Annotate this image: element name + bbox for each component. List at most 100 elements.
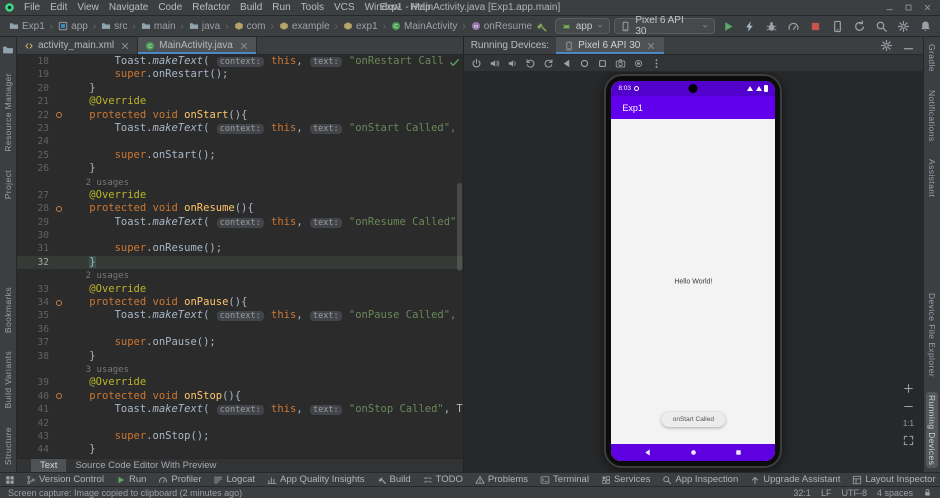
nav-back-button[interactable] (643, 448, 652, 457)
code-line-19[interactable]: 19 super.onRestart(); (17, 68, 463, 81)
code-editor[interactable]: 18 Toast.makeText( context: this, text: … (17, 55, 463, 458)
breadcrumb-app[interactable]: app (55, 21, 91, 32)
nav-recents-button[interactable] (734, 448, 743, 457)
lock-icon[interactable] (923, 488, 932, 497)
tool-window-switcher-icon[interactable] (5, 475, 15, 485)
editor-tab-mainactivity-java[interactable]: C MainActivity.java (138, 37, 257, 54)
device-tab-pixel-6-api-30[interactable]: Pixel 6 API 30 (556, 37, 665, 54)
emulator-volume-down-button[interactable] (505, 56, 521, 71)
inspections-ok-icon[interactable] (449, 57, 460, 68)
stop-button[interactable] (807, 18, 825, 35)
tool-window-logcat[interactable]: Logcat (208, 473, 260, 486)
emulator-screenshot-button[interactable] (613, 56, 629, 71)
breadcrumb-onresume[interactable]: m onResume (468, 21, 533, 32)
emulator-volume-up-button[interactable] (487, 56, 503, 71)
code-line-34[interactable]: 34 protected void onPause(){ (17, 296, 463, 309)
editor-mode-tab-source-code-editor-with-preview[interactable]: Source Code Editor With Preview (66, 459, 225, 472)
tool-window-layout-inspector[interactable]: Layout Inspector (847, 473, 940, 486)
breadcrumb-com[interactable]: com (231, 21, 269, 32)
override-marker-icon[interactable] (55, 299, 62, 306)
tool-window-version-control[interactable]: Version Control (21, 473, 109, 486)
code-line-36[interactable]: 36 (17, 323, 463, 336)
editor-tab-activity-main-xml[interactable]: activity_main.xml (17, 37, 139, 54)
status-widget-lf[interactable]: LF (821, 488, 832, 498)
apply-changes-button[interactable] (741, 18, 759, 35)
menu-vcs[interactable]: VCS (330, 2, 359, 13)
code-line-30[interactable]: 30 (17, 229, 463, 242)
breadcrumb-exp1[interactable]: Exp1 (6, 21, 48, 32)
code-line-20[interactable]: 20 } (17, 82, 463, 95)
sync-project-button[interactable] (850, 18, 868, 35)
tool-stripe-gradle[interactable]: Gradle (926, 41, 938, 75)
breadcrumb-example[interactable]: example (276, 21, 333, 32)
debug-button[interactable] (763, 18, 781, 35)
close-icon[interactable] (646, 41, 656, 51)
inlay-usages-row[interactable]: 2 usages (17, 176, 463, 189)
inlay-usages-row[interactable]: 2 usages (17, 269, 463, 282)
override-marker-icon[interactable] (55, 393, 62, 400)
code-line-21[interactable]: 21 @Override (17, 95, 463, 108)
zoom-fit-button[interactable] (903, 435, 914, 446)
tool-stripe-structure[interactable]: Structure (2, 424, 14, 468)
emulator-overview-button[interactable] (595, 56, 611, 71)
zoom-in-button[interactable] (903, 383, 914, 394)
menu-build[interactable]: Build (236, 2, 266, 13)
tool-window-profiler[interactable]: Profiler (153, 473, 206, 486)
emulator-more-button[interactable] (649, 56, 665, 71)
status-widget-utf-8[interactable]: UTF-8 (841, 488, 867, 498)
tool-stripe-assistant[interactable]: Assistant (926, 156, 938, 200)
project-tool-button[interactable] (0, 41, 17, 58)
code-line-24[interactable]: 24 (17, 135, 463, 148)
code-line-28[interactable]: 28 protected void onResume(){ (17, 202, 463, 215)
tool-stripe-project[interactable]: Project (2, 167, 14, 202)
code-line-42[interactable]: 42 (17, 417, 463, 430)
menu-tools[interactable]: Tools (297, 2, 328, 13)
code-line-27[interactable]: 27 @Override (17, 189, 463, 202)
status-widget-4-spaces[interactable]: 4 spaces (877, 488, 913, 498)
maximize-button[interactable] (900, 1, 917, 15)
code-line-39[interactable]: 39 @Override (17, 376, 463, 389)
menu-run[interactable]: Run (268, 2, 294, 13)
search-everywhere-button[interactable] (872, 18, 890, 35)
menu-code[interactable]: Code (154, 2, 186, 13)
close-button[interactable] (919, 1, 936, 15)
hide-button[interactable] (899, 37, 917, 54)
breadcrumb-java[interactable]: java (186, 21, 223, 32)
device-manager-button[interactable] (829, 18, 847, 35)
settings-button[interactable] (877, 37, 895, 54)
menu-refactor[interactable]: Refactor (188, 2, 234, 13)
menu-view[interactable]: View (73, 2, 103, 13)
tool-window-terminal[interactable]: Terminal (535, 473, 594, 486)
tool-window-upgrade-assistant[interactable]: Upgrade Assistant (745, 473, 845, 486)
notifications-button[interactable] (916, 18, 934, 35)
tool-window-problems[interactable]: Problems (470, 473, 533, 486)
tool-stripe-bookmarks[interactable]: Bookmarks (2, 284, 14, 336)
code-line-40[interactable]: 40 protected void onStop(){ (17, 390, 463, 403)
zoom-reset-button[interactable]: 1:1 (903, 419, 914, 428)
tool-stripe-running-devices[interactable]: Running Devices (926, 391, 938, 468)
breadcrumb-exp1[interactable]: exp1 (340, 21, 381, 32)
inlay-usages-row[interactable]: 3 usages (17, 363, 463, 376)
code-line-44[interactable]: 44 } (17, 443, 463, 456)
device-select[interactable]: Pixel 6 API 30 (614, 15, 716, 37)
emulator-rotate-left-button[interactable] (523, 56, 539, 71)
code-line-18[interactable]: 18 Toast.makeText( context: this, text: … (17, 55, 463, 68)
tool-window-services[interactable]: Services (596, 473, 655, 486)
code-line-31[interactable]: 31 super.onResume(); (17, 242, 463, 255)
tool-window-run[interactable]: Run (111, 473, 151, 486)
code-line-22[interactable]: 22 protected void onStart(){ (17, 109, 463, 122)
menu-file[interactable]: File (20, 2, 44, 13)
breadcrumb-src[interactable]: src (98, 21, 130, 32)
run-config-select[interactable]: app (554, 18, 611, 34)
code-line-33[interactable]: 33 @Override (17, 283, 463, 296)
code-line-23[interactable]: 23 Toast.makeText( context: this, text: … (17, 122, 463, 135)
code-line-43[interactable]: 43 super.onStop(); (17, 430, 463, 443)
code-line-25[interactable]: 25 super.onStart(); (17, 149, 463, 162)
tool-window-build[interactable]: Build (372, 473, 416, 486)
override-marker-icon[interactable] (55, 205, 62, 212)
emulator-screen-record-button[interactable] (631, 56, 647, 71)
code-line-38[interactable]: 38 } (17, 350, 463, 363)
profiler-button[interactable] (785, 18, 803, 35)
code-line-35[interactable]: 35 Toast.makeText( context: this, text: … (17, 309, 463, 322)
code-line-37[interactable]: 37 super.onPause(); (17, 336, 463, 349)
